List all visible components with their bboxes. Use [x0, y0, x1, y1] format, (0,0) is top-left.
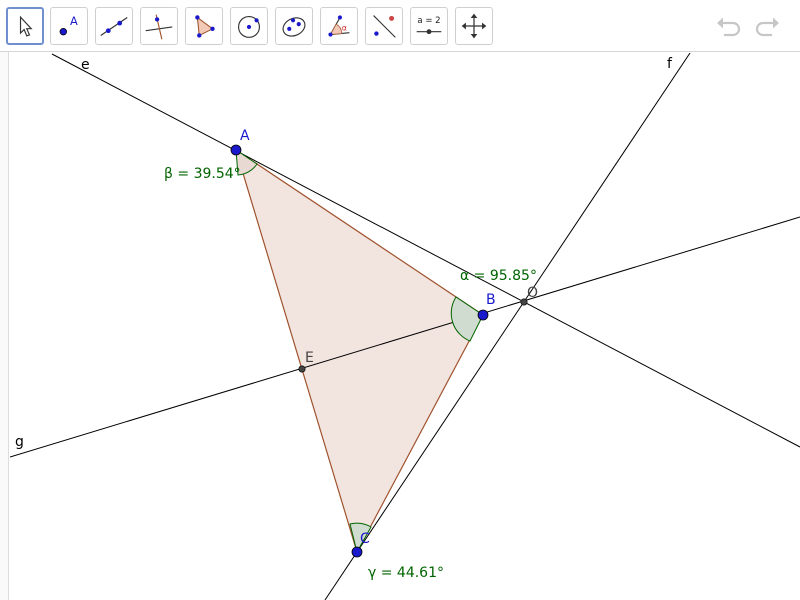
point-C[interactable]: [351, 546, 363, 558]
label-point-B: B: [486, 292, 496, 308]
point-E[interactable]: [298, 365, 306, 373]
label-point-O: O: [527, 285, 538, 301]
point-B[interactable]: [477, 309, 489, 321]
label-point-A: A: [240, 128, 250, 144]
label-angle-beta: β = 39.54°: [164, 166, 241, 182]
point-A[interactable]: [230, 144, 242, 156]
graphics-view[interactable]: A B C E O e f g β = 39.54° α = 95.85° γ …: [0, 0, 800, 600]
label-line-g: g: [15, 434, 24, 450]
label-angle-gamma: γ = 44.61°: [368, 565, 444, 581]
label-line-e: e: [81, 57, 90, 73]
label-point-C: C: [360, 531, 370, 547]
label-point-E: E: [305, 350, 314, 366]
label-angle-alpha: α = 95.85°: [460, 268, 537, 284]
label-line-f: f: [667, 56, 673, 72]
